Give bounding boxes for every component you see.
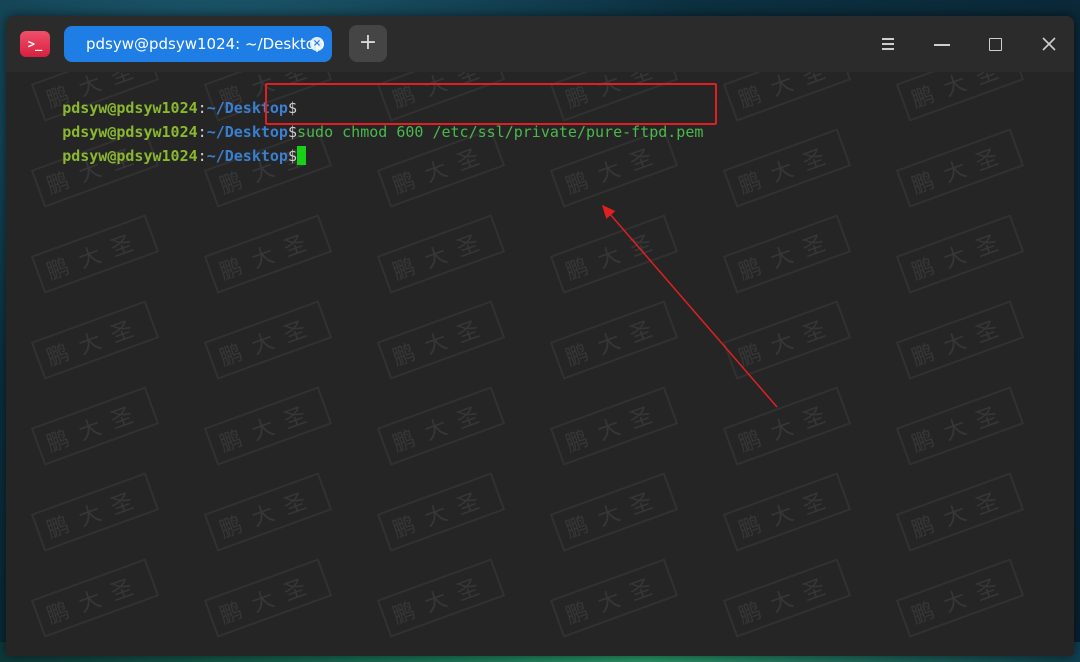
watermark-text: 鹏大圣 [30, 558, 160, 638]
watermark-text: 鹏大圣 [376, 558, 506, 638]
watermark-text: 鹏大圣 [549, 300, 679, 380]
prompt-dollar: $ [287, 147, 297, 165]
watermark-text: 鹏大圣 [895, 558, 1025, 638]
prompt-colon: : [197, 147, 207, 165]
prompt-user-host: pdsyw@pdsyw1024 [62, 147, 198, 165]
title-bar[interactable]: >_ pdsyw@pdsyw1024: ~/Desktop × + [6, 16, 1074, 72]
terminal-line-1: pdsyw@pdsyw1024:~/Desktop$ [8, 75, 297, 117]
watermark-text: 鹏大圣 [203, 386, 333, 466]
terminal-app-icon: >_ [20, 31, 50, 57]
command-text: sudo chmod 600 /etc/ssl/private/pure-ftp… [297, 123, 704, 141]
close-window-button[interactable] [1035, 30, 1063, 58]
watermark-text: 鹏大圣 [722, 214, 852, 294]
watermark-text: 鹏大圣 [722, 72, 852, 122]
watermark-text: 鹏大圣 [376, 300, 506, 380]
watermark-text: 鹏大圣 [30, 386, 160, 466]
watermark-text: 鹏大圣 [30, 214, 160, 294]
maximize-button[interactable] [981, 30, 1009, 58]
watermark-text: 鹏大圣 [549, 558, 679, 638]
watermark-text: 鹏大圣 [895, 72, 1025, 122]
maximize-icon [989, 38, 1002, 51]
watermark-text: 鹏大圣 [722, 558, 852, 638]
watermark-text: 鹏大圣 [203, 300, 333, 380]
watermark-text: 鹏大圣 [895, 386, 1025, 466]
watermark-text: 鹏大圣 [722, 300, 852, 380]
watermark-text: 鹏大圣 [376, 472, 506, 552]
watermark-text: 鹏大圣 [895, 472, 1025, 552]
watermark-text: 鹏大圣 [722, 386, 852, 466]
watermark-text: 鹏大圣 [30, 300, 160, 380]
terminal-line-2: pdsyw@pdsyw1024:~/Desktop$sudo chmod 600… [8, 99, 703, 141]
tab-close-icon[interactable]: × [310, 37, 324, 51]
watermark-text: 鹏大圣 [895, 214, 1025, 294]
watermark-text: 鹏大圣 [722, 128, 852, 208]
new-tab-button[interactable]: + [349, 25, 387, 62]
watermark-text: 鹏大圣 [203, 214, 333, 294]
watermark-text: 鹏大圣 [895, 300, 1025, 380]
watermark-text: 鹏大圣 [203, 558, 333, 638]
hamburger-icon [882, 38, 894, 50]
watermark-text: 鹏大圣 [203, 472, 333, 552]
minimize-icon [934, 44, 950, 46]
watermark-text: 鹏大圣 [895, 128, 1025, 208]
minimize-button[interactable] [928, 30, 956, 58]
watermark-text: 鹏大圣 [549, 472, 679, 552]
watermark-text: 鹏大圣 [722, 472, 852, 552]
terminal-tab[interactable]: pdsyw@pdsyw1024: ~/Desktop × [64, 26, 332, 62]
prompt-path: ~/Desktop [206, 147, 288, 165]
tab-title: pdsyw@pdsyw1024: ~/Desktop [86, 35, 325, 53]
watermark-text: 鹏大圣 [30, 472, 160, 552]
watermark-text: 鹏大圣 [376, 214, 506, 294]
terminal-output[interactable]: 鹏大圣 鹏大圣 鹏大圣 鹏大圣 鹏大圣 鹏大圣 鹏大圣 鹏大圣 鹏大圣 鹏大圣 鹏大圣 鹏大圣 鹏大圣鹏… [6, 72, 1074, 656]
watermark-text: 鹏大圣 [549, 214, 679, 294]
terminal-line-3: pdsyw@pdsyw1024:~/Desktop$ [8, 123, 306, 165]
close-icon [1042, 37, 1056, 51]
watermark-text: 鹏大圣 [376, 386, 506, 466]
menu-button[interactable] [874, 30, 902, 58]
terminal-window: >_ pdsyw@pdsyw1024: ~/Desktop × + 鹏大圣 鹏大圣… [6, 16, 1074, 656]
watermark-text: 鹏大圣 [549, 386, 679, 466]
text-cursor [297, 145, 306, 165]
